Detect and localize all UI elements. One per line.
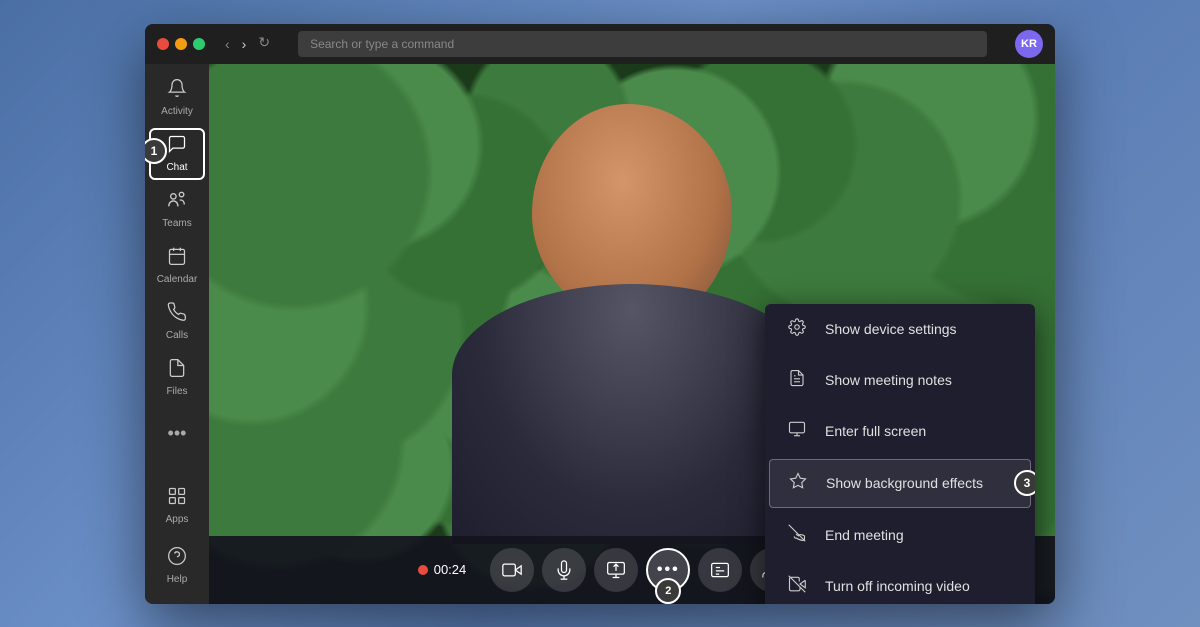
sidebar-label-calendar: Calendar (157, 274, 198, 285)
notes-icon (785, 369, 809, 392)
menu-item-meeting-notes[interactable]: Show meeting notes (765, 355, 1035, 406)
menu-item-fullscreen[interactable]: Enter full screen (765, 406, 1035, 457)
sidebar-label-apps: Apps (166, 514, 189, 525)
sidebar-label-files: Files (166, 386, 187, 397)
back-arrow[interactable]: ‹ (221, 34, 234, 54)
sidebar-label-chat: Chat (166, 162, 187, 173)
menu-label-end-meeting: End meeting (825, 527, 904, 543)
calls-icon (167, 302, 187, 327)
video-off-icon (785, 575, 809, 598)
menu-label-incoming-video: Turn off incoming video (825, 578, 970, 594)
sidebar-item-more[interactable]: ••• (149, 408, 205, 460)
sidebar-item-help[interactable]: Help (149, 540, 205, 592)
camera-button[interactable] (490, 548, 534, 592)
navigation-arrows: ‹ › ↻ (221, 34, 270, 54)
user-avatar[interactable]: KR (1015, 30, 1043, 58)
background-icon (786, 472, 810, 495)
sidebar-item-calls[interactable]: Calls (149, 296, 205, 348)
forward-arrow[interactable]: › (238, 34, 251, 54)
sidebar-label-calls: Calls (166, 330, 188, 341)
menu-label-fullscreen: Enter full screen (825, 423, 926, 439)
meeting-area: Show device settings Show meeting notes (209, 64, 1055, 604)
sidebar: Activity 1 Chat (145, 64, 209, 604)
files-icon (167, 358, 187, 383)
more-icon: ••• (168, 423, 187, 444)
sidebar-item-calendar[interactable]: Calendar (149, 240, 205, 292)
fullscreen-icon (785, 420, 809, 443)
more-options-button[interactable]: ••• 2 (646, 548, 690, 592)
recording-indicator: 00:24 (418, 562, 467, 577)
menu-label-device-settings: Show device settings (825, 321, 957, 337)
title-bar: ‹ › ↻ Search or type a command KR (145, 24, 1055, 64)
menu-label-meeting-notes: Show meeting notes (825, 372, 952, 388)
activity-icon (167, 78, 187, 103)
menu-item-device-settings[interactable]: Show device settings (765, 304, 1035, 355)
apps-icon (167, 486, 187, 511)
share-button[interactable] (594, 548, 638, 592)
mic-button[interactable] (542, 548, 586, 592)
menu-item-end-meeting[interactable]: End meeting (765, 510, 1035, 561)
calendar-icon (167, 246, 187, 271)
close-button[interactable] (157, 38, 169, 50)
sidebar-bottom: Apps Help (149, 480, 205, 596)
sidebar-label-help: Help (167, 574, 188, 585)
main-content: Activity 1 Chat (145, 64, 1055, 604)
search-placeholder: Search or type a command (310, 37, 454, 51)
menu-label-background-effects: Show background effects (826, 475, 983, 491)
person-body (452, 284, 812, 544)
search-bar[interactable]: Search or type a command (298, 31, 987, 57)
recording-dot (418, 565, 428, 575)
sidebar-item-teams[interactable]: Teams (149, 184, 205, 236)
minimize-button[interactable] (175, 38, 187, 50)
teams-icon (166, 190, 188, 215)
teams-window: ‹ › ↻ Search or type a command KR Activi… (145, 24, 1055, 604)
captions-button[interactable] (698, 548, 742, 592)
traffic-lights (157, 38, 205, 50)
sidebar-item-activity[interactable]: Activity (149, 72, 205, 124)
sidebar-item-chat[interactable]: 1 Chat (149, 128, 205, 180)
recording-timer: 00:24 (434, 562, 467, 577)
menu-item-incoming-video[interactable]: Turn off incoming video (765, 561, 1035, 604)
end-meeting-icon (785, 524, 809, 547)
annotation-1: 1 (145, 138, 167, 164)
context-menu: Show device settings Show meeting notes (765, 304, 1035, 604)
sidebar-item-apps[interactable]: Apps (149, 480, 205, 532)
refresh-icon[interactable]: ↻ (258, 34, 270, 54)
help-icon (167, 546, 187, 571)
annotation-3: 3 (1014, 470, 1035, 496)
chat-icon (167, 134, 187, 159)
annotation-2: 2 (655, 578, 681, 604)
sidebar-label-activity: Activity (161, 106, 193, 117)
menu-item-background-effects[interactable]: 3 Show background effects (769, 459, 1031, 508)
sidebar-label-teams: Teams (162, 218, 191, 229)
sidebar-item-files[interactable]: Files (149, 352, 205, 404)
maximize-button[interactable] (193, 38, 205, 50)
gear-icon (785, 318, 809, 341)
